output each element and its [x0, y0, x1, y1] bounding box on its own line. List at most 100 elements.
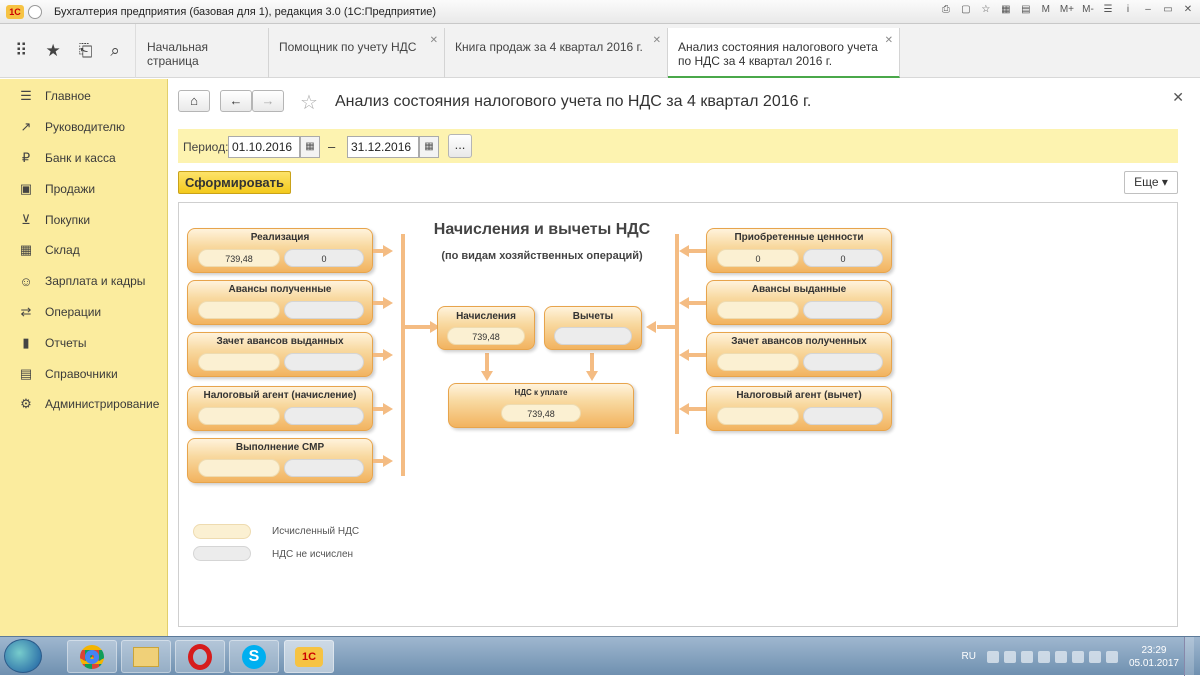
box-title: НДС к уплате: [514, 388, 568, 397]
chrome-taskbar-button[interactable]: [67, 640, 117, 673]
history-icon[interactable]: ⎗: [79, 41, 93, 61]
acquired-accrued-value[interactable]: 0: [717, 249, 799, 267]
memory-m-button[interactable]: M: [1040, 4, 1052, 15]
acquired-not-accrued-value[interactable]: 0: [803, 249, 883, 267]
offset-issued-nc-value[interactable]: [284, 353, 364, 371]
calendar-to-icon[interactable]: ▦: [419, 136, 439, 158]
sidebar-item-sales[interactable]: ▣ Продажи: [0, 173, 167, 204]
show-desktop-button[interactable]: [1184, 637, 1194, 676]
home-button[interactable]: ⌂: [178, 90, 210, 112]
advances-issued-value[interactable]: [717, 301, 799, 319]
advances-issued-nc-value[interactable]: [803, 301, 883, 319]
right-link: [657, 325, 677, 329]
tax-agent-accrual-value[interactable]: [198, 407, 280, 425]
calendar-from-icon[interactable]: ▦: [300, 136, 320, 158]
period-select-button[interactable]: ...: [448, 134, 472, 158]
generate-button[interactable]: Сформировать: [178, 171, 291, 194]
tab-vat-assistant[interactable]: Помощник по учету НДС ✕: [269, 28, 445, 78]
skype-taskbar-button[interactable]: S: [229, 640, 279, 673]
tray-network-icon[interactable]: [1071, 650, 1084, 663]
tax-agent-accrual-nc-value[interactable]: [284, 407, 364, 425]
tab-home[interactable]: Начальная страница: [137, 28, 269, 78]
sidebar-item-directories[interactable]: ▤ Справочники: [0, 358, 167, 389]
tray-display-icon[interactable]: [1054, 650, 1067, 663]
explorer-taskbar-button[interactable]: [121, 640, 171, 673]
sidebar-item-warehouse[interactable]: ▦ Склад: [0, 235, 167, 266]
tray-app-icon[interactable]: [986, 650, 999, 663]
construction-link: [373, 459, 383, 463]
opera-taskbar-button[interactable]: [175, 640, 225, 673]
sidebar-item-operations[interactable]: ⇄ Операции: [0, 297, 167, 328]
advances-received-nc-value[interactable]: [284, 301, 364, 319]
advances-received-value[interactable]: [198, 301, 280, 319]
advances-issued-box: Авансы выданные: [706, 280, 892, 325]
back-button[interactable]: ←: [220, 90, 252, 112]
tray-notify-icon[interactable]: [1105, 650, 1118, 663]
sidebar-item-manager[interactable]: ↗ Руководителю: [0, 112, 167, 143]
menu-circle-icon[interactable]: [28, 4, 42, 19]
sales-not-accrued-value[interactable]: 0: [284, 249, 364, 267]
date-from-field[interactable]: 01.10.2016: [228, 136, 300, 158]
memory-plus-button[interactable]: M+: [1060, 4, 1074, 15]
sidebar-item-reports[interactable]: ▮ Отчеты: [0, 327, 167, 358]
forward-button[interactable]: →: [252, 90, 284, 112]
tax-agent-deduction-box: Налоговый агент (вычет): [706, 386, 892, 431]
box-title: Приобретенные ценности: [734, 232, 864, 243]
maximize-icon[interactable]: ▭: [1162, 4, 1174, 15]
tax-agent-deduction-value[interactable]: [717, 407, 799, 425]
tray-flag-icon[interactable]: [1020, 650, 1033, 663]
offset-received-nc-value[interactable]: [803, 353, 883, 371]
tray-volume-icon[interactable]: [1088, 650, 1101, 663]
sales-accrued-value[interactable]: 739,48: [198, 249, 280, 267]
sidebar-item-label: Операции: [45, 304, 102, 319]
tab-sales-book[interactable]: Книга продаж за 4 квартал 2016 г. ✕: [445, 28, 668, 78]
minimize-icon[interactable]: –: [1142, 4, 1154, 15]
arrow-left-icon: ←: [229, 93, 243, 108]
calculator-icon[interactable]: ▤: [1020, 4, 1032, 15]
info-icon[interactable]: i: [1122, 4, 1134, 15]
construction-arrow: [383, 455, 393, 467]
preview-icon[interactable]: ▢: [960, 4, 972, 15]
tab-vat-analysis[interactable]: Анализ состояния налогового учета по НДС…: [668, 28, 900, 78]
sidebar-item-bank[interactable]: ₽ Банк и касса: [0, 143, 167, 174]
sidebar-item-salary[interactable]: ☺ Зарплата и кадры: [0, 266, 167, 297]
accruals-value[interactable]: 739,48: [447, 327, 525, 345]
deductions-value[interactable]: [554, 327, 632, 345]
tax-agent-deduction-nc-value[interactable]: [803, 407, 883, 425]
vat-payable-value[interactable]: 739,48: [501, 404, 581, 422]
1c-logo-icon[interactable]: 1C: [6, 4, 24, 19]
favorite-star-icon[interactable]: ☆: [300, 90, 318, 115]
favorite-add-icon[interactable]: ☆: [980, 4, 992, 15]
search-icon[interactable]: ⌕: [110, 41, 120, 61]
clock[interactable]: 23:29 05.01.2017: [1129, 644, 1179, 670]
memory-minus-button[interactable]: M-: [1082, 4, 1094, 15]
tab-close-icon[interactable]: ✕: [430, 34, 438, 48]
1c-taskbar-button[interactable]: 1C: [284, 640, 334, 673]
construction-nc-value[interactable]: [284, 459, 364, 477]
tab-close-icon[interactable]: ✕: [653, 34, 661, 48]
offset-received-value[interactable]: [717, 353, 799, 371]
date-to-field[interactable]: 31.12.2016: [347, 136, 419, 158]
sidebar-item-admin[interactable]: ⚙ Администрирование: [0, 389, 167, 420]
settings-menu-icon[interactable]: ☰: [1102, 4, 1114, 15]
acquired-link: [689, 249, 706, 253]
sidebar-item-main[interactable]: ☰ Главное: [0, 81, 167, 112]
close-window-icon[interactable]: ✕: [1182, 4, 1194, 15]
favorites-star-icon[interactable]: ★: [46, 41, 61, 61]
construction-value[interactable]: [198, 459, 280, 477]
tray-shield-icon[interactable]: [1003, 650, 1016, 663]
clock-date: 05.01.2017: [1128, 657, 1179, 669]
start-button-icon[interactable]: [4, 639, 42, 673]
print-icon[interactable]: ⎙: [940, 4, 952, 15]
offset-issued-value[interactable]: [198, 353, 280, 371]
offset-advances-issued-box: Зачет авансов выданных: [187, 332, 373, 377]
tab-close-icon[interactable]: ✕: [885, 34, 893, 48]
apps-grid-icon[interactable]: ⠿: [15, 41, 27, 61]
calendar-icon[interactable]: ▦: [1000, 4, 1012, 15]
tray-device-icon[interactable]: [1037, 650, 1050, 663]
sidebar-item-purchases[interactable]: ⊻ Покупки: [0, 204, 167, 235]
title-toolbar: ⎙ ▢ ☆ ▦ ▤ M M+ M- ☰ i – ▭ ✕: [940, 4, 1194, 15]
close-form-icon[interactable]: ✕: [1172, 89, 1184, 106]
language-indicator[interactable]: RU: [961, 651, 975, 662]
more-button[interactable]: Еще ▾: [1124, 171, 1178, 194]
